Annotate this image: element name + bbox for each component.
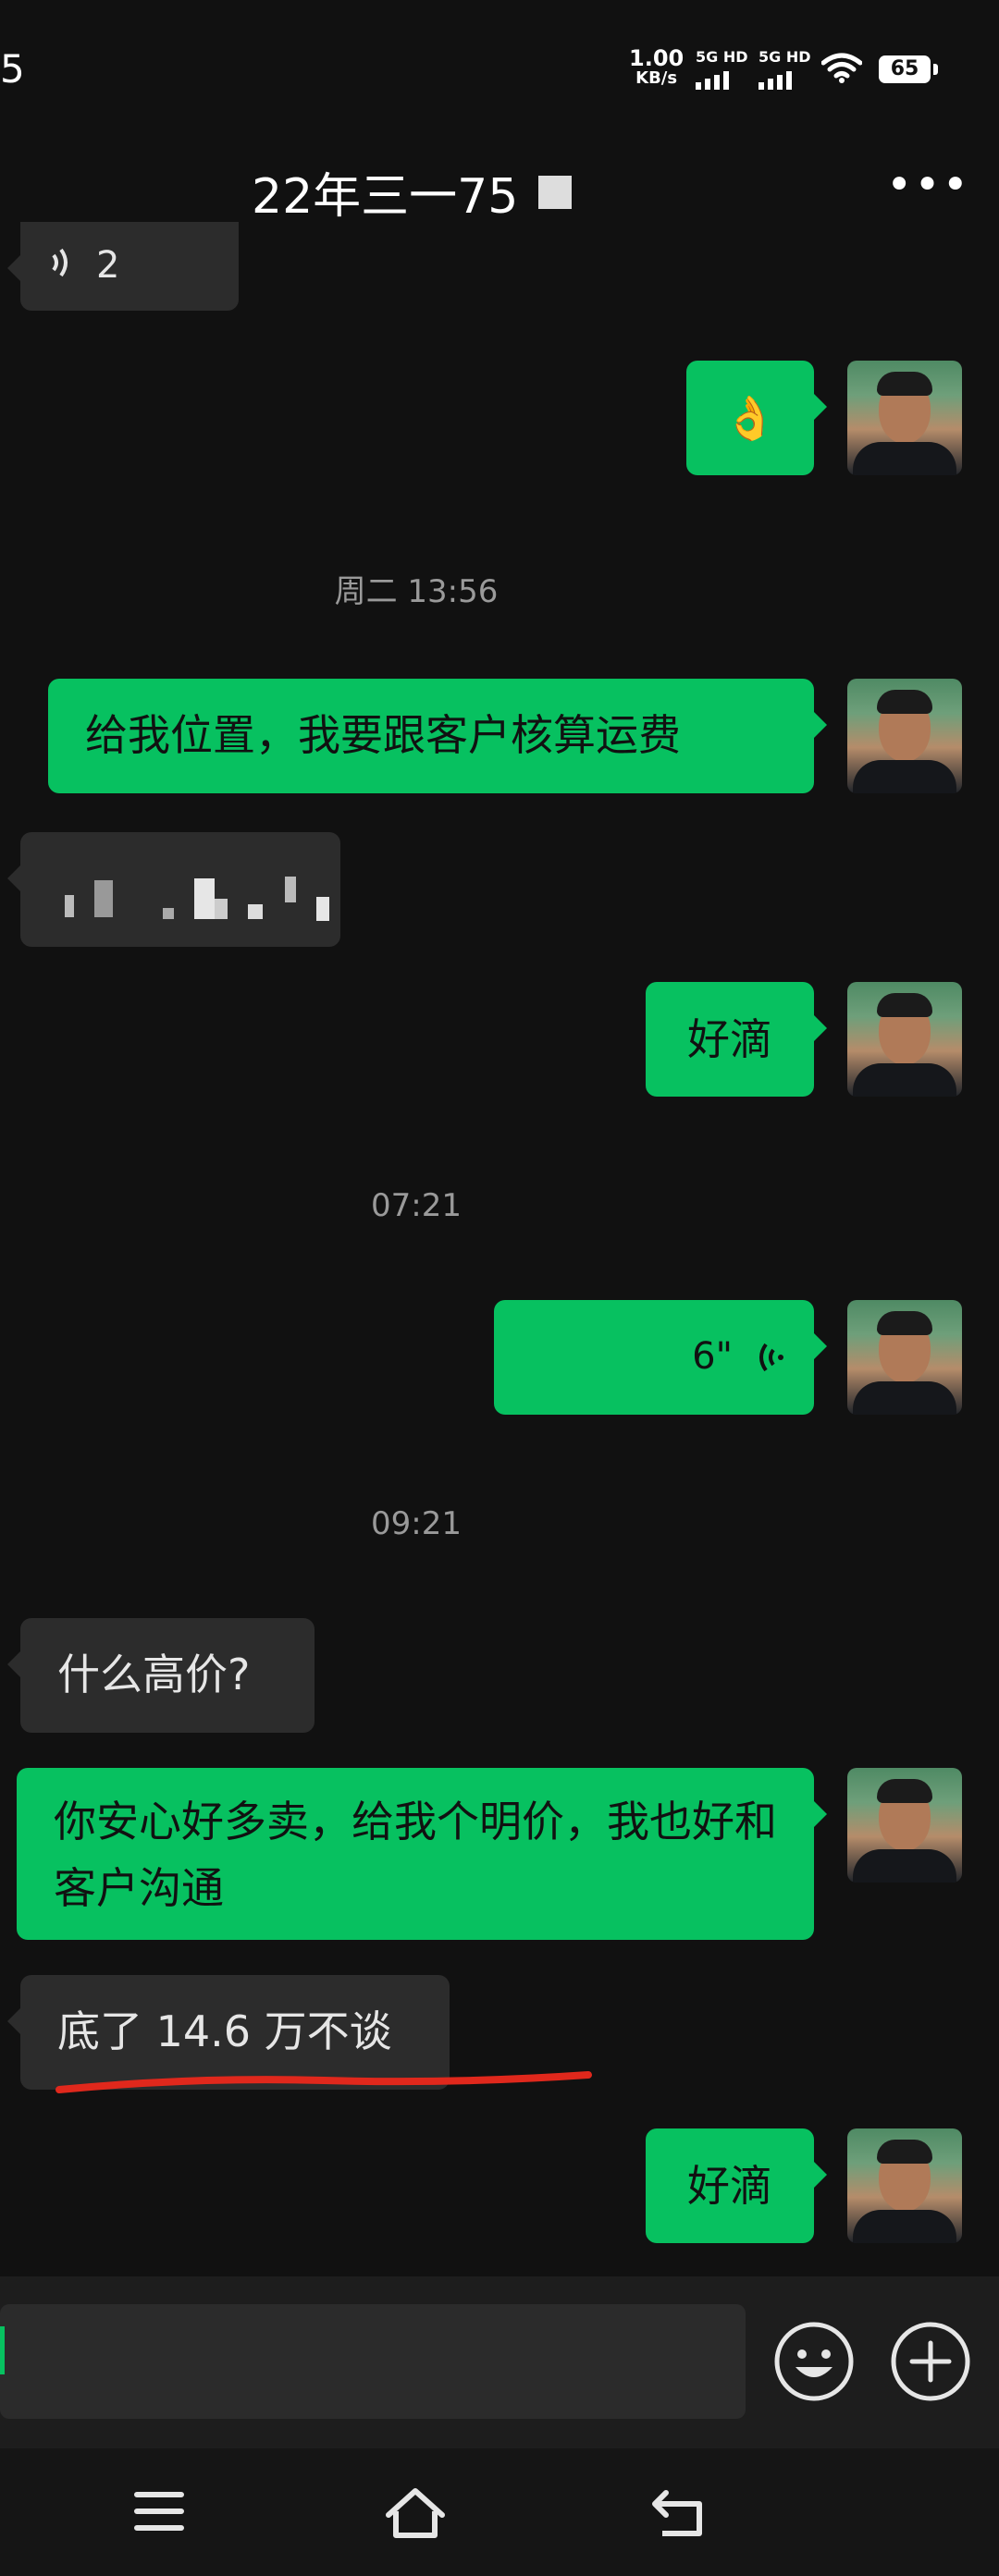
timestamp: 07:21 bbox=[371, 1187, 462, 1224]
avatar[interactable] bbox=[847, 1300, 962, 1415]
redacted-block bbox=[538, 176, 572, 209]
voice-wave-icon bbox=[759, 1343, 783, 1372]
voice-duration: 2 bbox=[96, 244, 120, 287]
home-icon[interactable] bbox=[383, 2485, 448, 2541]
network-speed: 1.00 KB/s bbox=[629, 45, 684, 89]
timestamp: 09:21 bbox=[371, 1505, 462, 1542]
sim1-label: 5G HD bbox=[696, 48, 748, 66]
more-options-icon[interactable]: ••• bbox=[886, 159, 970, 211]
red-underline-annotation bbox=[56, 2071, 592, 2093]
location-message-received[interactable] bbox=[7, 832, 340, 947]
message-sent-text[interactable]: 好滴 bbox=[646, 982, 827, 1097]
message-received-text[interactable]: 什么高价? bbox=[7, 1618, 314, 1733]
voice-message-received[interactable]: 2 bbox=[7, 222, 239, 311]
voice-message-sent[interactable]: 6" bbox=[494, 1300, 827, 1415]
avatar[interactable] bbox=[847, 1768, 962, 1883]
chat-title[interactable]: 22年三一75 bbox=[252, 157, 518, 227]
sim1-signal-icon: 5G HD bbox=[696, 48, 748, 90]
message-sent-emoji[interactable]: 👌 bbox=[686, 361, 827, 475]
timestamp: 周二 13:56 bbox=[334, 573, 499, 610]
battery-icon: 65 bbox=[879, 55, 938, 83]
network-speed-unit: KB/s bbox=[635, 68, 678, 88]
message-input[interactable] bbox=[0, 2304, 746, 2419]
message-sent-text[interactable]: 你安心好多卖，给我个明价，我也好和客户沟通 bbox=[17, 1768, 827, 1940]
avatar[interactable] bbox=[847, 2128, 962, 2243]
message-sent-text[interactable]: 给我位置，我要跟客户核算运费 bbox=[48, 679, 827, 793]
text-cursor bbox=[0, 2326, 5, 2374]
sim2-signal-icon: 5G HD bbox=[758, 48, 811, 90]
input-bar bbox=[0, 2276, 999, 2448]
back-icon[interactable] bbox=[648, 2485, 707, 2541]
avatar[interactable] bbox=[847, 982, 962, 1097]
system-navigation-bar bbox=[0, 2448, 999, 2576]
voice-wave-icon bbox=[52, 248, 68, 277]
menu-icon[interactable] bbox=[130, 2485, 189, 2537]
message-sent-text[interactable]: 好滴 bbox=[646, 2128, 827, 2243]
sim2-label: 5G HD bbox=[758, 48, 811, 66]
status-time: 5 bbox=[0, 46, 25, 92]
avatar[interactable] bbox=[847, 361, 962, 475]
network-speed-value: 1.00 bbox=[629, 45, 684, 71]
voice-duration: 6" bbox=[692, 1335, 733, 1378]
status-bar: 5 1.00 KB/s 5G HD 5G HD 65 bbox=[0, 0, 999, 139]
avatar[interactable] bbox=[847, 679, 962, 793]
wifi-icon bbox=[821, 53, 862, 83]
plus-icon[interactable] bbox=[890, 2321, 971, 2402]
emoji-icon[interactable] bbox=[773, 2321, 855, 2402]
